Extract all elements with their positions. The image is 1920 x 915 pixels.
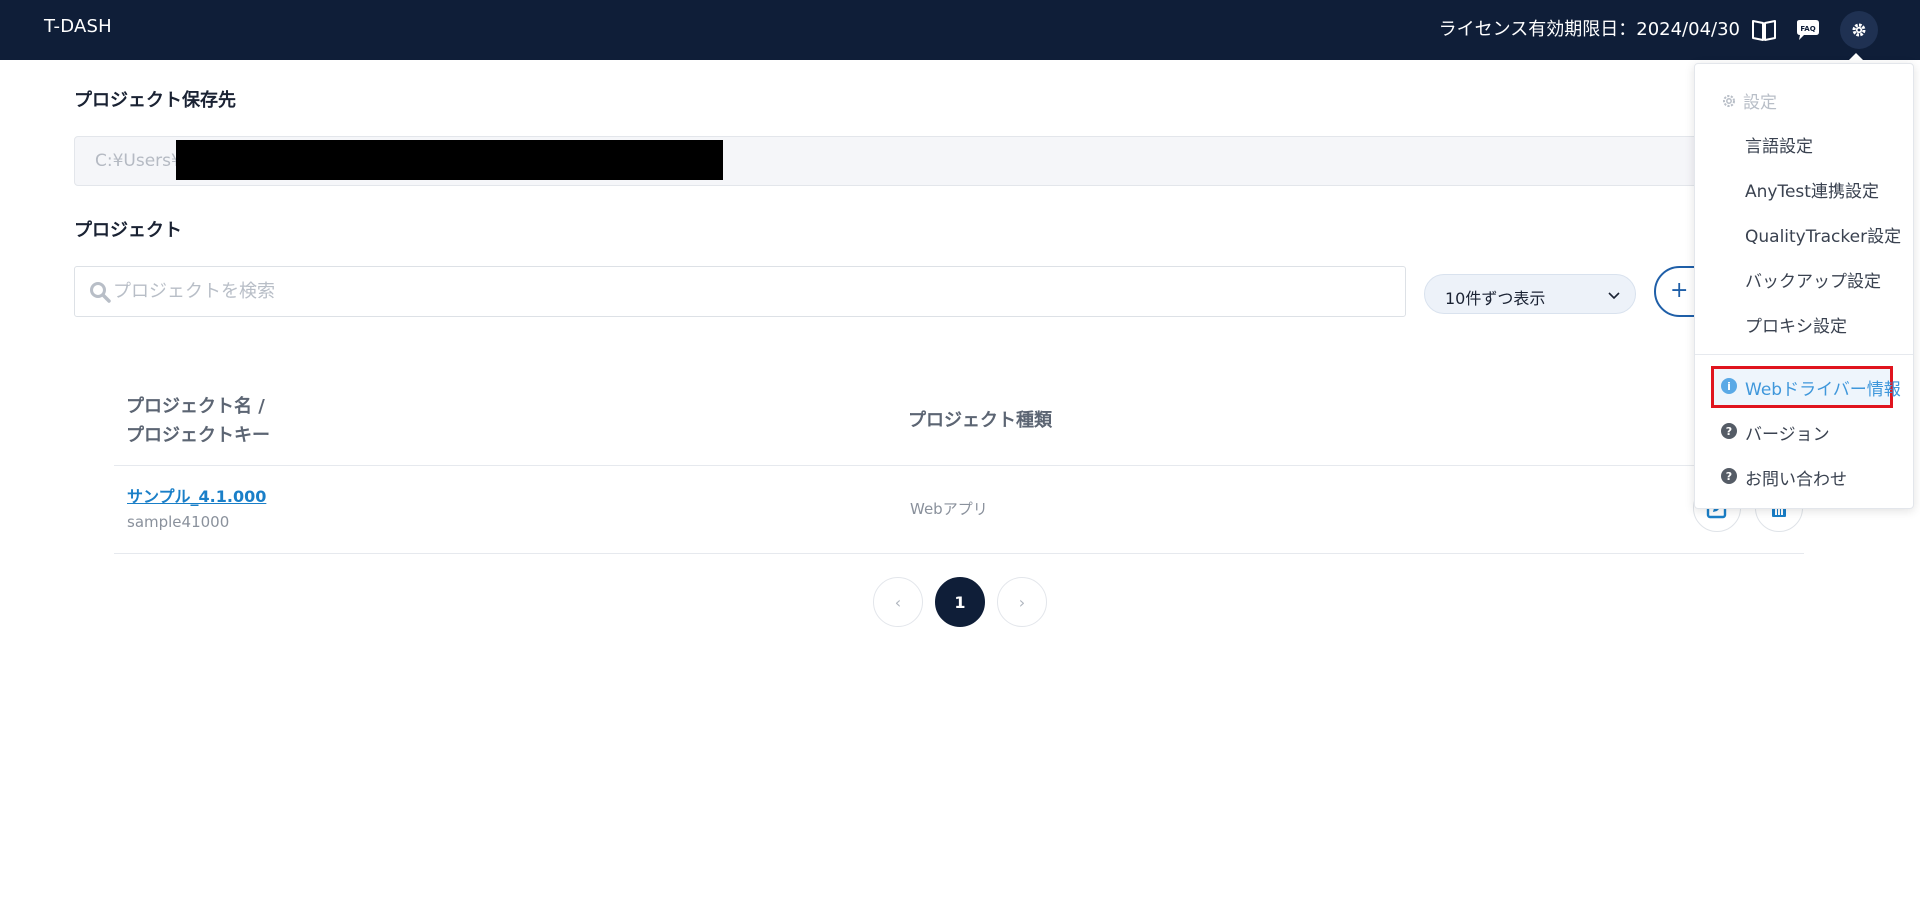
menu-divider [1695,354,1913,355]
storage-path-text: C:¥Users¥ [95,151,182,171]
gear-icon [1723,94,1735,107]
menu-item-webdriver[interactable]: Webドライバー情報 [1745,375,1901,400]
page-1-button[interactable]: 1 [935,577,985,627]
settings-menu: 設定 言語設定 AnyTest連携設定 QualityTracker設定 バック… [1694,63,1914,509]
project-key: sample41000 [127,513,230,531]
faq-icon[interactable]: FAQ [1792,14,1824,46]
project-name-link[interactable]: サンプル_4.1.000 [127,483,266,507]
projects-title: プロジェクト [74,220,182,241]
menu-item-anytest[interactable]: AnyTest連携設定 [1745,177,1879,202]
question-icon: ? [1721,468,1737,484]
menu-caret [1846,53,1866,63]
next-page-button[interactable]: › [997,577,1047,627]
column-header-name-line1: プロジェクト名 / [126,396,265,417]
per-page-select[interactable]: 10件ずつ表示 [1424,274,1636,314]
top-bar: T-DASH ライセンス有効期限日：2024/04/30 FAQ [0,0,1920,60]
search-input[interactable] [113,267,1393,316]
menu-item-backup[interactable]: バックアップ設定 [1745,267,1881,292]
table-divider [114,465,1804,466]
menu-item-qualitytracker[interactable]: QualityTracker設定 [1745,222,1901,247]
project-type: Webアプリ [910,500,988,518]
faq-icon-label: FAQ [1800,25,1815,33]
chevron-down-icon [1607,288,1621,307]
storage-title: プロジェクト保存先 [74,90,236,111]
settings-menu-header: 設定 [1721,88,1777,113]
plus-icon: + [1670,278,1689,303]
license-expiry: ライセンス有効期限日：2024/04/30 [1438,19,1740,40]
info-icon: i [1721,378,1737,394]
table-divider [114,553,1804,554]
column-header-type: プロジェクト種類 [908,410,1052,431]
book-icon[interactable] [1748,14,1780,46]
per-page-label: 10件ずつ表示 [1445,289,1546,308]
question-icon: ? [1721,423,1737,439]
menu-item-proxy[interactable]: プロキシ設定 [1745,312,1847,337]
column-header-name: プロジェクト名 / プロジェクトキー [126,392,270,450]
app-brand[interactable]: T-DASH [44,16,112,37]
gear-icon[interactable] [1840,11,1878,49]
column-header-name-line2: プロジェクトキー [126,425,270,446]
project-search [74,266,1406,317]
prev-page-button[interactable]: ‹ [873,577,923,627]
menu-item-contact[interactable]: お問い合わせ [1745,465,1847,490]
menu-item-version[interactable]: バージョン [1745,420,1830,445]
settings-menu-header-label: 設定 [1743,93,1777,113]
search-icon [89,281,111,307]
redacted-block [176,140,723,180]
menu-item-language[interactable]: 言語設定 [1745,132,1813,157]
